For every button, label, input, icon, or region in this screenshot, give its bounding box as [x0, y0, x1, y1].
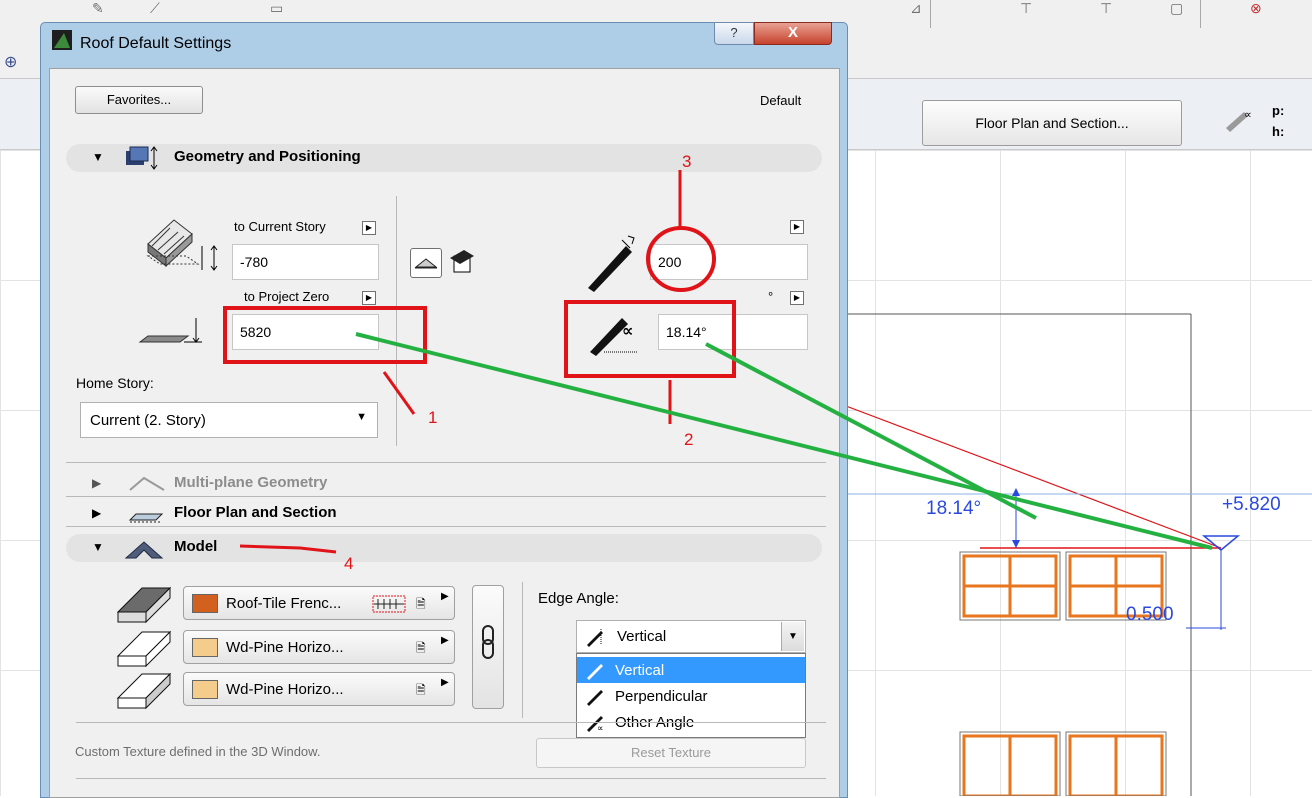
annotation-number-4: 4	[344, 554, 354, 573]
annotation-overlay	[239, 170, 1213, 554]
annotation-number-2: 2	[684, 430, 694, 449]
annotation-number-3: 3	[682, 152, 692, 171]
annotation-number-1: 1	[428, 408, 438, 427]
